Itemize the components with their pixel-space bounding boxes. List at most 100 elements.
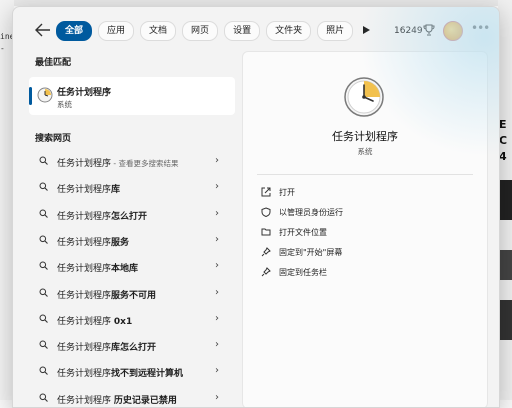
results-list: 最佳匹配 任务计划程序 系统 搜索网页 任务计划程序 - 查看更多搜索结果 › 任务… xyxy=(13,51,241,407)
action-open[interactable]: 打开 xyxy=(257,184,473,202)
detail-app-type: 系统 xyxy=(357,147,373,156)
divider xyxy=(257,174,473,175)
web-search-item[interactable]: 任务计划程序库怎么打开 › xyxy=(29,334,235,358)
background-left-text: - xyxy=(0,44,5,53)
chevron-right-icon[interactable]: › xyxy=(215,365,219,376)
search-icon xyxy=(39,209,48,221)
more-options-icon[interactable]: ••• xyxy=(471,21,490,35)
query-prefix: 任务计划程序 xyxy=(57,316,114,327)
web-search-item[interactable]: 任务计划程序 历史记录已禁用 › xyxy=(29,387,235,407)
pin-icon xyxy=(261,247,271,257)
background-right-window: E C 4 xyxy=(498,0,512,400)
query-prefix: 任务计划程序 xyxy=(57,185,112,196)
action-open-file-location[interactable]: 打开文件位置 xyxy=(257,224,473,242)
chevron-right-icon[interactable]: › xyxy=(215,260,219,271)
tab-apps[interactable]: 应用 xyxy=(98,21,135,41)
query-completion: 服务 xyxy=(111,237,130,248)
chevron-right-icon[interactable]: › xyxy=(215,313,219,324)
shield-icon xyxy=(261,207,271,217)
search-icon xyxy=(39,235,48,247)
query-completion: 0x1 xyxy=(113,316,133,327)
avatar[interactable] xyxy=(443,21,463,41)
detail-app-name: 任务计划程序 xyxy=(332,130,398,143)
web-search-item-label: 任务计划程序 0x1 xyxy=(57,314,132,327)
web-search-item[interactable]: 任务计划程序本地库 › xyxy=(29,255,235,279)
search-filter-bar: 全部 应用 文档 网页 设置 文件夹 照片 16249 ••• xyxy=(13,7,499,51)
search-icon xyxy=(39,340,48,352)
background-image xyxy=(498,250,512,280)
background-image xyxy=(498,300,512,340)
chevron-right-icon[interactable]: › xyxy=(215,339,219,350)
search-icon xyxy=(39,366,48,378)
action-label: 以管理员身份运行 xyxy=(279,208,343,217)
trophy-icon[interactable] xyxy=(423,24,435,36)
chevron-right-icon[interactable]: › xyxy=(215,208,219,219)
action-pin-to-start[interactable]: 固定到"开始"屏幕 xyxy=(257,244,473,262)
filter-tabs: 全部 应用 文档 网页 设置 文件夹 照片 xyxy=(56,21,354,41)
best-match-heading: 最佳匹配 xyxy=(35,58,72,68)
query-completion: 库 xyxy=(111,185,121,196)
action-pin-to-taskbar[interactable]: 固定到任务栏 xyxy=(257,264,473,282)
background-right-text: E xyxy=(499,118,507,131)
action-label: 打开 xyxy=(279,188,295,197)
query-prefix: 任务计划程序 xyxy=(57,264,112,275)
play-icon[interactable] xyxy=(361,25,371,35)
folder-icon xyxy=(261,228,271,236)
query-completion: 服务不可用 xyxy=(111,290,157,301)
search-icon xyxy=(39,288,48,300)
background-right-text: 4 xyxy=(499,150,507,163)
web-search-item-label: 任务计划程序 历史记录已禁用 xyxy=(57,393,177,406)
query-completion: 找不到远程计算机 xyxy=(111,369,184,380)
web-search-heading: 搜索网页 xyxy=(35,134,72,144)
action-label: 固定到"开始"屏幕 xyxy=(279,248,343,257)
web-search-item[interactable]: 任务计划程序库 › xyxy=(29,176,235,200)
query-suffix: - 查看更多搜索结果 xyxy=(111,159,179,168)
search-icon xyxy=(39,156,48,168)
search-icon xyxy=(39,261,48,273)
background-right-text: C xyxy=(499,134,508,147)
best-match-type: 系统 xyxy=(57,100,72,109)
web-search-item[interactable]: 任务计划程序怎么打开 › xyxy=(29,203,235,227)
web-search-item[interactable]: 任务计划程序服务不可用 › xyxy=(29,282,235,306)
query-completion: 历史记录已禁用 xyxy=(113,395,177,406)
best-match-item[interactable]: 任务计划程序 系统 xyxy=(29,77,235,115)
chevron-right-icon[interactable]: › xyxy=(215,234,219,245)
query-prefix: 任务计划程序 xyxy=(57,211,112,222)
chevron-right-icon[interactable]: › xyxy=(215,287,219,298)
tab-all[interactable]: 全部 xyxy=(56,21,93,41)
query-completion: 本地库 xyxy=(111,264,139,275)
query-prefix: 任务计划程序 xyxy=(57,395,114,406)
web-search-item[interactable]: 任务计划程序 0x1 › xyxy=(29,308,235,332)
rewards-points: 16249 xyxy=(394,26,423,36)
tab-web[interactable]: 网页 xyxy=(182,21,219,41)
chevron-right-icon[interactable]: › xyxy=(215,392,219,403)
web-search-item-label: 任务计划程序库 xyxy=(57,182,120,195)
tab-settings[interactable]: 设置 xyxy=(224,21,261,41)
action-label: 固定到任务栏 xyxy=(279,268,327,277)
search-icon xyxy=(39,393,48,405)
query-completion: 库怎么打开 xyxy=(111,343,157,354)
tab-folders[interactable]: 文件夹 xyxy=(266,21,312,41)
query-completion: 怎么打开 xyxy=(111,211,148,222)
query-prefix: 任务计划程序 xyxy=(57,369,112,380)
chevron-right-icon[interactable]: › xyxy=(215,181,219,192)
back-arrow-icon[interactable] xyxy=(35,23,51,37)
action-label: 打开文件位置 xyxy=(279,228,327,237)
chevron-right-icon[interactable]: › xyxy=(215,155,219,166)
search-icon xyxy=(39,182,48,194)
web-search-item[interactable]: 任务计划程序找不到远程计算机 › xyxy=(29,360,235,384)
pin-icon xyxy=(261,267,271,277)
web-search-item-label: 任务计划程序本地库 xyxy=(57,261,138,274)
query-prefix: 任务计划程序 xyxy=(57,159,112,169)
web-search-item-label: 任务计划程序服务 xyxy=(57,235,129,248)
web-search-item[interactable]: 任务计划程序 - 查看更多搜索结果 › xyxy=(29,150,235,174)
tab-photos[interactable]: 照片 xyxy=(317,21,354,41)
action-run-as-admin[interactable]: 以管理员身份运行 xyxy=(257,204,473,222)
web-search-item-label: 任务计划程序找不到远程计算机 xyxy=(57,366,183,379)
web-search-item[interactable]: 任务计划程序服务 › xyxy=(29,229,235,253)
task-scheduler-icon xyxy=(37,87,53,103)
best-match-name: 任务计划程序 xyxy=(57,88,112,98)
task-scheduler-icon xyxy=(344,77,384,117)
tab-documents[interactable]: 文档 xyxy=(140,21,177,41)
web-search-item-label: 任务计划程序库怎么打开 xyxy=(57,340,156,353)
